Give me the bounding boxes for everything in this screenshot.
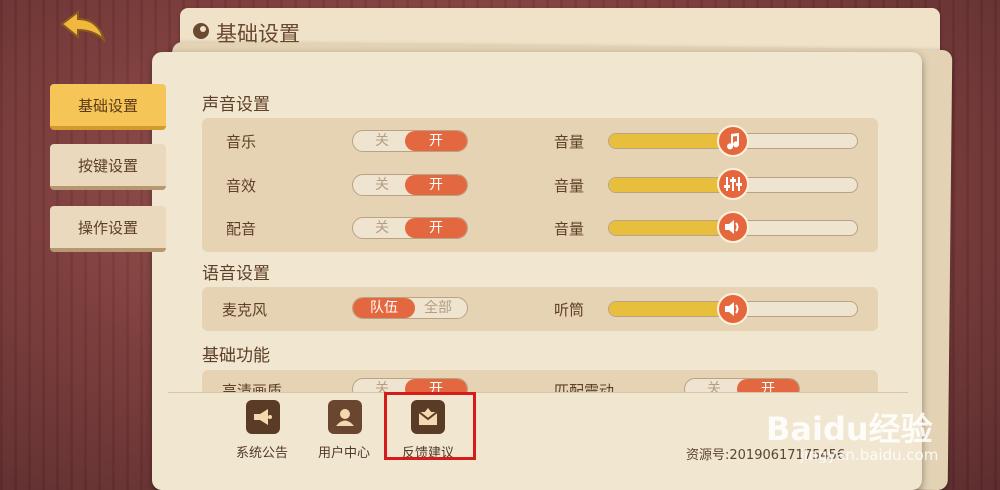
system-notice-button[interactable]: 系统公告 xyxy=(230,398,298,461)
sidebar-item-label: 基础设置 xyxy=(77,96,138,115)
sfx-label: 音效 xyxy=(226,177,257,195)
user-icon xyxy=(328,400,362,434)
earpiece-volume-knob[interactable] xyxy=(717,293,749,325)
microphone-toggle[interactable]: 队伍 全部 xyxy=(352,297,468,319)
voiceover-volume-label: 音量 xyxy=(554,220,585,238)
sidebar-item-label: 操作设置 xyxy=(77,218,138,237)
sidebar-item-keys[interactable]: 按键设置 xyxy=(50,144,166,190)
toggle-off-option[interactable]: 关 xyxy=(353,218,411,238)
sidebar-item-label: 按键设置 xyxy=(77,156,138,175)
system-notice-label: 系统公告 xyxy=(236,446,289,461)
voiceover-label: 配音 xyxy=(226,220,257,238)
user-center-button[interactable]: 用户中心 xyxy=(312,398,380,461)
settings-tab-icon xyxy=(193,23,209,39)
equalizer-icon xyxy=(724,177,742,191)
music-toggle[interactable]: 关 开 xyxy=(352,130,468,152)
watermark-url: jingyan.baidu.com xyxy=(800,446,939,464)
sfx-volume-label: 音量 xyxy=(554,177,585,195)
slider-fill xyxy=(609,221,721,235)
toggle-on-option[interactable]: 开 xyxy=(405,131,467,151)
toggle-off-option[interactable]: 关 xyxy=(353,131,411,151)
voiceover-volume-knob[interactable] xyxy=(717,211,749,243)
user-center-label: 用户中心 xyxy=(318,446,371,461)
sidebar-item-basic[interactable]: 基础设置 xyxy=(50,84,166,130)
toggle-on-option[interactable]: 开 xyxy=(405,175,467,195)
speaker-icon xyxy=(725,220,739,234)
section-title-voice: 语音设置 xyxy=(202,264,270,284)
microphone-label: 麦克风 xyxy=(222,301,268,319)
megaphone-icon xyxy=(246,400,280,434)
section-title-basic: 基础功能 xyxy=(202,346,270,366)
sidebar-item-controls[interactable]: 操作设置 xyxy=(50,206,166,252)
music-volume-label: 音量 xyxy=(554,133,585,151)
music-volume-knob[interactable] xyxy=(717,125,749,157)
speaker-icon xyxy=(725,302,739,316)
voiceover-toggle[interactable]: 关 开 xyxy=(352,217,468,239)
toggle-all-option[interactable]: 全部 xyxy=(409,298,467,318)
toggle-on-option[interactable]: 开 xyxy=(405,218,467,238)
back-button[interactable] xyxy=(58,10,110,46)
music-note-icon xyxy=(727,133,740,150)
sfx-toggle[interactable]: 关 开 xyxy=(352,174,468,196)
watermark-brand: Baidu经验 xyxy=(766,410,933,448)
toggle-off-option[interactable]: 关 xyxy=(353,175,411,195)
toggle-team-option[interactable]: 队伍 xyxy=(353,298,415,318)
slider-fill xyxy=(609,178,721,192)
music-label: 音乐 xyxy=(226,133,257,151)
slider-fill xyxy=(609,302,721,316)
earpiece-volume-label: 听筒 xyxy=(554,301,585,319)
highlight-box xyxy=(384,392,476,460)
sfx-volume-knob[interactable] xyxy=(717,168,749,200)
back-arrow-icon xyxy=(60,10,107,44)
section-title-sound: 声音设置 xyxy=(202,95,270,115)
slider-fill xyxy=(609,134,721,148)
